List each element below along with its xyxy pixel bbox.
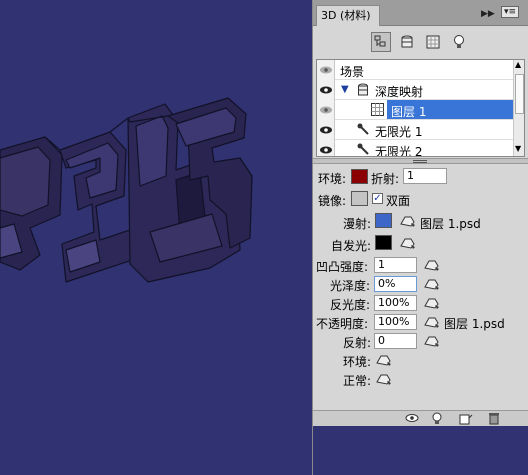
tree-row-selected[interactable]: 图层 1 [317,100,513,120]
texture-map-icon[interactable] [375,353,393,367]
tree-item-label: 无限光 1 [375,125,423,139]
scroll-thumb[interactable] [515,74,524,114]
mesh-filter-icon[interactable] [397,32,417,52]
bump-label: 凹凸强度: [316,260,369,274]
normal-label: 正常: [343,374,372,388]
light-icon [357,143,369,155]
tree-item-label: 场景 [340,65,365,79]
visibility-eye-icon[interactable] [317,120,335,140]
3d-text-render [0,97,253,283]
visibility-eye-icon[interactable] [317,60,335,80]
texture-map-icon[interactable] [423,277,441,291]
self-illumination-label: 自发光: [331,239,372,253]
material-grid-icon [371,103,384,116]
bump-input[interactable]: 1 [374,257,417,273]
reflect-input[interactable]: 0 [374,333,417,349]
panel-menu-icon[interactable]: ▾≡ [501,6,520,18]
light-icon [357,123,369,135]
panel-tab[interactable]: 3D (材料) [316,5,380,26]
tree-item-label: 图层 1 [391,105,427,119]
render-icon[interactable] [459,412,473,425]
collapse-icon[interactable]: ▶▶ [481,9,495,19]
toggle-visibility-icon[interactable] [405,412,419,425]
canvas-below-panel [313,426,528,475]
scroll-up-icon[interactable]: ▲ [515,60,521,69]
diffuse-label: 漫射: [343,217,372,231]
diffuse-color-swatch[interactable] [375,213,392,228]
double-sided-label: 双面 [386,194,411,208]
self-illumination-color-swatch[interactable] [375,235,392,250]
scene-tree: 场景 ▼ 深度映射 图层 1 无限光 1 无限光 2 ▲ ▼ [316,59,525,157]
texture-map-icon[interactable] [423,315,441,329]
double-sided-checkbox[interactable]: ✓ [372,193,383,204]
material-filter-icon[interactable] [423,32,443,52]
delete-icon[interactable] [487,412,501,425]
visibility-eye-icon[interactable] [317,80,335,100]
reflection-color-swatch[interactable] [351,191,368,206]
ambient-label: 环境: [318,172,347,186]
ambient-color-swatch[interactable] [351,169,368,184]
tree-row[interactable]: 场景 [317,60,513,80]
opacity-texture-name: 图层 1.psd [444,317,505,331]
light-filter-icon[interactable] [449,32,469,52]
scroll-down-icon[interactable]: ▼ [515,144,521,153]
opacity-label: 不透明度: [316,317,369,331]
reflection-label: 镜像: [318,194,347,208]
gloss-input[interactable]: 0% [374,276,417,292]
texture-map-icon[interactable] [399,214,417,228]
visibility-eye-icon[interactable] [317,140,335,156]
add-light-icon[interactable] [431,412,445,425]
tree-row[interactable]: 无限光 1 [317,120,513,140]
texture-map-icon[interactable] [423,296,441,310]
environment-label: 环境: [343,355,372,369]
filter-toolbar [313,26,528,58]
visibility-eye-icon[interactable] [317,100,335,120]
panel-titlebar: 3D (材料) ▶▶ ▾≡ [313,0,528,26]
tree-item-label: 深度映射 [375,85,424,99]
refraction-label: 折射: [371,172,400,186]
scene-filter-icon[interactable] [371,32,391,52]
diffuse-texture-name: 图层 1.psd [420,217,481,231]
panel-bottom-toolbar [313,410,528,426]
panel-tab-label: 3D (材料) [321,9,371,22]
reflect-label: 反射: [343,336,372,350]
texture-map-icon[interactable] [423,258,441,272]
selection-highlight: 图层 1 [387,100,513,119]
cylinder-mesh-icon [358,83,368,96]
refraction-input[interactable]: 1 [403,168,447,184]
opacity-input[interactable]: 100% [374,314,417,330]
texture-map-icon[interactable] [399,236,417,250]
3d-materials-panel: 3D (材料) ▶▶ ▾≡ 场景 ▼ 深度映射 图层 1 无限光 1 无限光 2… [312,0,528,475]
tree-row[interactable]: 无限光 2 [317,140,513,157]
tree-row[interactable]: ▼ 深度映射 [317,80,513,100]
document-canvas[interactable] [0,0,316,475]
tree-item-label: 无限光 2 [375,145,423,157]
texture-map-icon[interactable] [375,372,393,386]
texture-map-icon[interactable] [423,334,441,348]
shine-input[interactable]: 100% [374,295,417,311]
shine-label: 反光度: [330,298,371,312]
gloss-label: 光泽度: [330,279,371,293]
pane-splitter[interactable] [313,158,528,164]
tree-scrollbar[interactable]: ▲ ▼ [513,60,524,156]
expand-triangle-icon[interactable]: ▼ [341,84,349,95]
